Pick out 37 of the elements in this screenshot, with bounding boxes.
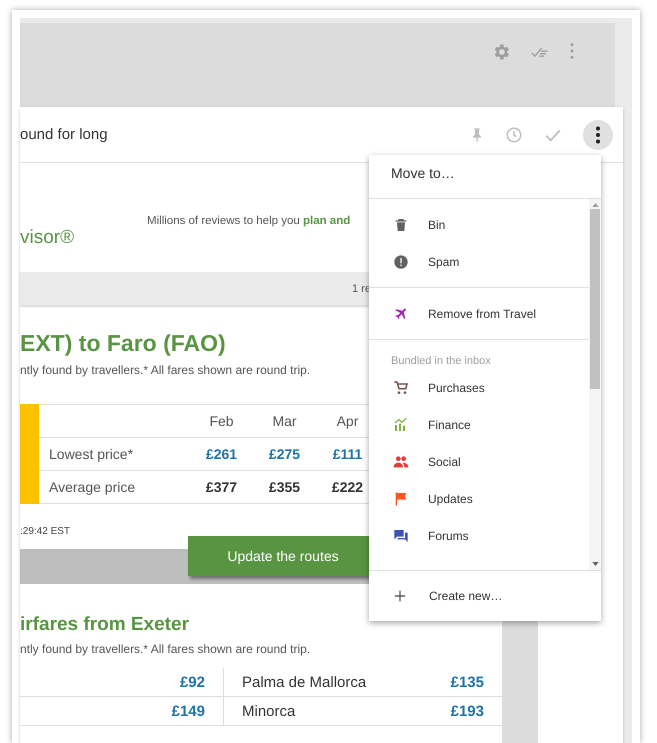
clock-icon[interactable] [505,126,523,144]
price-cell: £275 [253,438,316,470]
scrollbar-thumb[interactable] [590,209,600,389]
fares-heading: irfares from Exeter [20,614,190,636]
destination-text: Minorca [242,702,296,720]
menu-section-label: Bundled in the inbox [390,354,492,369]
plus-icon [393,589,407,603]
fare-note: ntly found by travellers.* All fares shown are round trip. [20,363,312,377]
more-icon[interactable] [583,120,613,150]
menu-item[interactable]: Bin [369,206,589,243]
scrollbar[interactable] [589,199,601,570]
month-header: Mar [253,404,316,438]
price-text: £193 [450,702,484,720]
price-text: £92 [180,674,205,690]
price-text: £135 [450,674,484,690]
price-text: £149 [172,702,205,720]
logo-text: visor® [20,227,74,249]
tagline-text: Millions of reviews to help you plan and [147,215,350,227]
fare-note: ntly found by travellers.* All fares shown are round trip. [20,642,312,656]
email-subject: ound for long [20,126,108,143]
timestamp-text: :29:42 EST [20,526,70,537]
menu-item[interactable]: Remove from Travel [369,295,589,332]
menu-item[interactable]: Spam [369,243,589,280]
destination-text: Palma de Mallorca [242,674,366,690]
price-cell: £261 [190,438,253,470]
month-header: Feb [190,404,253,438]
scroll-up-icon[interactable] [592,203,598,207]
scroll-down-icon[interactable] [592,562,598,566]
price-cell: £355 [253,470,316,504]
exclamation-icon [393,254,409,270]
row-label: Average price [39,470,190,504]
row-label: Lowest price* [39,438,190,470]
menu-title: Move to… [369,155,601,199]
route-heading: EXT) to Faro (FAO) [20,330,227,357]
price-cell: £377 [190,470,253,504]
bin-icon [393,216,409,232]
menu-item[interactable]: Purchases [369,369,589,406]
